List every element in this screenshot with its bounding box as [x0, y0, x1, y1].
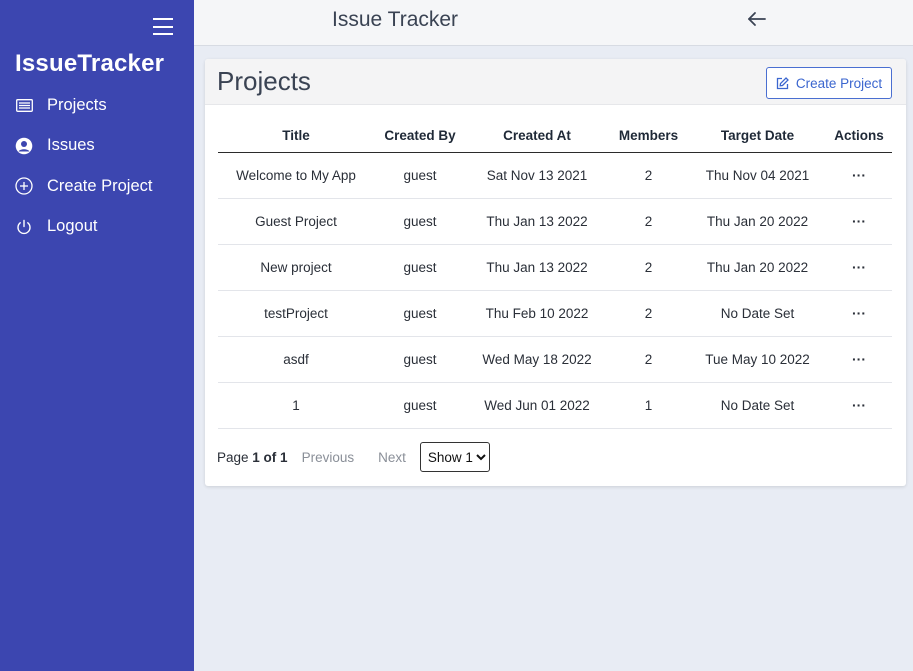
- cell-title: 1: [218, 382, 374, 429]
- cell-created-at: Wed May 18 2022: [466, 336, 608, 383]
- sidebar-nav: Projects Issues Create Project Logout: [0, 85, 194, 247]
- cell-title: New project: [218, 244, 374, 291]
- edit-icon: [776, 76, 789, 90]
- cell-target-date: Thu Jan 20 2022: [689, 198, 826, 245]
- column-header-created-at[interactable]: Created At: [466, 119, 608, 153]
- power-icon: [14, 217, 34, 237]
- cell-created-by: guest: [374, 336, 466, 383]
- more-actions-icon[interactable]: ···: [852, 397, 866, 413]
- cell-created-at: Wed Jun 01 2022: [466, 382, 608, 429]
- next-page-button[interactable]: Next: [378, 450, 406, 465]
- page-size-select[interactable]: Show 10: [419, 442, 490, 472]
- sidebar-item-projects[interactable]: Projects: [0, 85, 194, 126]
- previous-page-button[interactable]: Previous: [302, 450, 355, 465]
- column-header-created-by[interactable]: Created By: [374, 119, 466, 153]
- column-header-title[interactable]: Title: [218, 119, 374, 153]
- page-title: Projects: [217, 66, 311, 96]
- page-indicator: Page 1 of 1: [217, 449, 288, 465]
- cell-title: asdf: [218, 336, 374, 383]
- create-project-button[interactable]: Create Project: [766, 67, 892, 99]
- sidebar-item-create-project[interactable]: Create Project: [0, 166, 194, 207]
- cell-target-date: Thu Nov 04 2021: [689, 152, 826, 199]
- plus-circle-icon: [14, 176, 34, 196]
- arrow-left-icon[interactable]: [747, 10, 769, 30]
- more-actions-icon[interactable]: ···: [852, 305, 866, 321]
- cell-created-at: Thu Feb 10 2022: [466, 290, 608, 337]
- cell-target-date: No Date Set: [689, 382, 826, 429]
- cell-members: 1: [608, 382, 689, 429]
- more-actions-icon[interactable]: ···: [852, 259, 866, 275]
- sidebar-item-label: Issues: [47, 136, 95, 155]
- cell-created-at: Thu Jan 13 2022: [466, 198, 608, 245]
- cell-created-by: guest: [374, 290, 466, 337]
- cell-members: 2: [608, 152, 689, 199]
- table-header-row: Title Created By Created At Members Targ…: [218, 119, 892, 153]
- cell-members: 2: [608, 244, 689, 291]
- table-row: 1 guest Wed Jun 01 2022 1 No Date Set ··…: [218, 382, 892, 429]
- sidebar: IssueTracker Projects Issues Create Proj…: [0, 0, 194, 671]
- cell-title: testProject: [218, 290, 374, 337]
- list-icon: [14, 95, 34, 115]
- cell-created-by: guest: [374, 152, 466, 199]
- more-actions-icon[interactable]: ···: [852, 351, 866, 367]
- sidebar-item-issues[interactable]: Issues: [0, 126, 194, 167]
- table-row: New project guest Thu Jan 13 2022 2 Thu …: [218, 244, 892, 291]
- cell-created-by: guest: [374, 198, 466, 245]
- sidebar-item-logout[interactable]: Logout: [0, 207, 194, 248]
- cell-target-date: Tue May 10 2022: [689, 336, 826, 383]
- projects-table: Title Created By Created At Members Targ…: [218, 119, 892, 429]
- column-header-members[interactable]: Members: [608, 119, 689, 153]
- table-row: testProject guest Thu Feb 10 2022 2 No D…: [218, 290, 892, 337]
- cell-created-by: guest: [374, 244, 466, 291]
- cell-created-by: guest: [374, 382, 466, 429]
- more-actions-icon[interactable]: ···: [852, 167, 866, 183]
- cell-created-at: Thu Jan 13 2022: [466, 244, 608, 291]
- card-header: Projects Create Project: [205, 59, 906, 105]
- header-title: Issue Tracker: [332, 8, 459, 31]
- cell-target-date: No Date Set: [689, 290, 826, 337]
- table-row: asdf guest Wed May 18 2022 2 Tue May 10 …: [218, 336, 892, 383]
- table-row: Guest Project guest Thu Jan 13 2022 2 Th…: [218, 198, 892, 245]
- cell-members: 2: [608, 198, 689, 245]
- cell-title: Welcome to My App: [218, 152, 374, 199]
- sidebar-item-label: Logout: [47, 217, 98, 236]
- hamburger-menu-icon[interactable]: [153, 18, 173, 35]
- cell-members: 2: [608, 290, 689, 337]
- cell-target-date: Thu Jan 20 2022: [689, 244, 826, 291]
- sidebar-item-label: Projects: [47, 95, 107, 114]
- create-project-label: Create Project: [795, 75, 883, 91]
- pagination: Page 1 of 1 Previous Next Show 10: [217, 442, 490, 472]
- table-row: Welcome to My App guest Sat Nov 13 2021 …: [218, 152, 892, 199]
- column-header-actions: Actions: [826, 119, 892, 153]
- more-actions-icon[interactable]: ···: [852, 213, 866, 229]
- brand-logo: IssueTracker: [15, 50, 165, 77]
- projects-card: Projects Create Project Title Created By…: [205, 59, 906, 486]
- cell-members: 2: [608, 336, 689, 383]
- cell-created-at: Sat Nov 13 2021: [466, 152, 608, 199]
- column-header-target-date[interactable]: Target Date: [689, 119, 826, 153]
- cell-title: Guest Project: [218, 198, 374, 245]
- top-header: Issue Tracker: [194, 0, 913, 46]
- sidebar-item-label: Create Project: [47, 176, 153, 195]
- user-circle-icon: [14, 136, 34, 156]
